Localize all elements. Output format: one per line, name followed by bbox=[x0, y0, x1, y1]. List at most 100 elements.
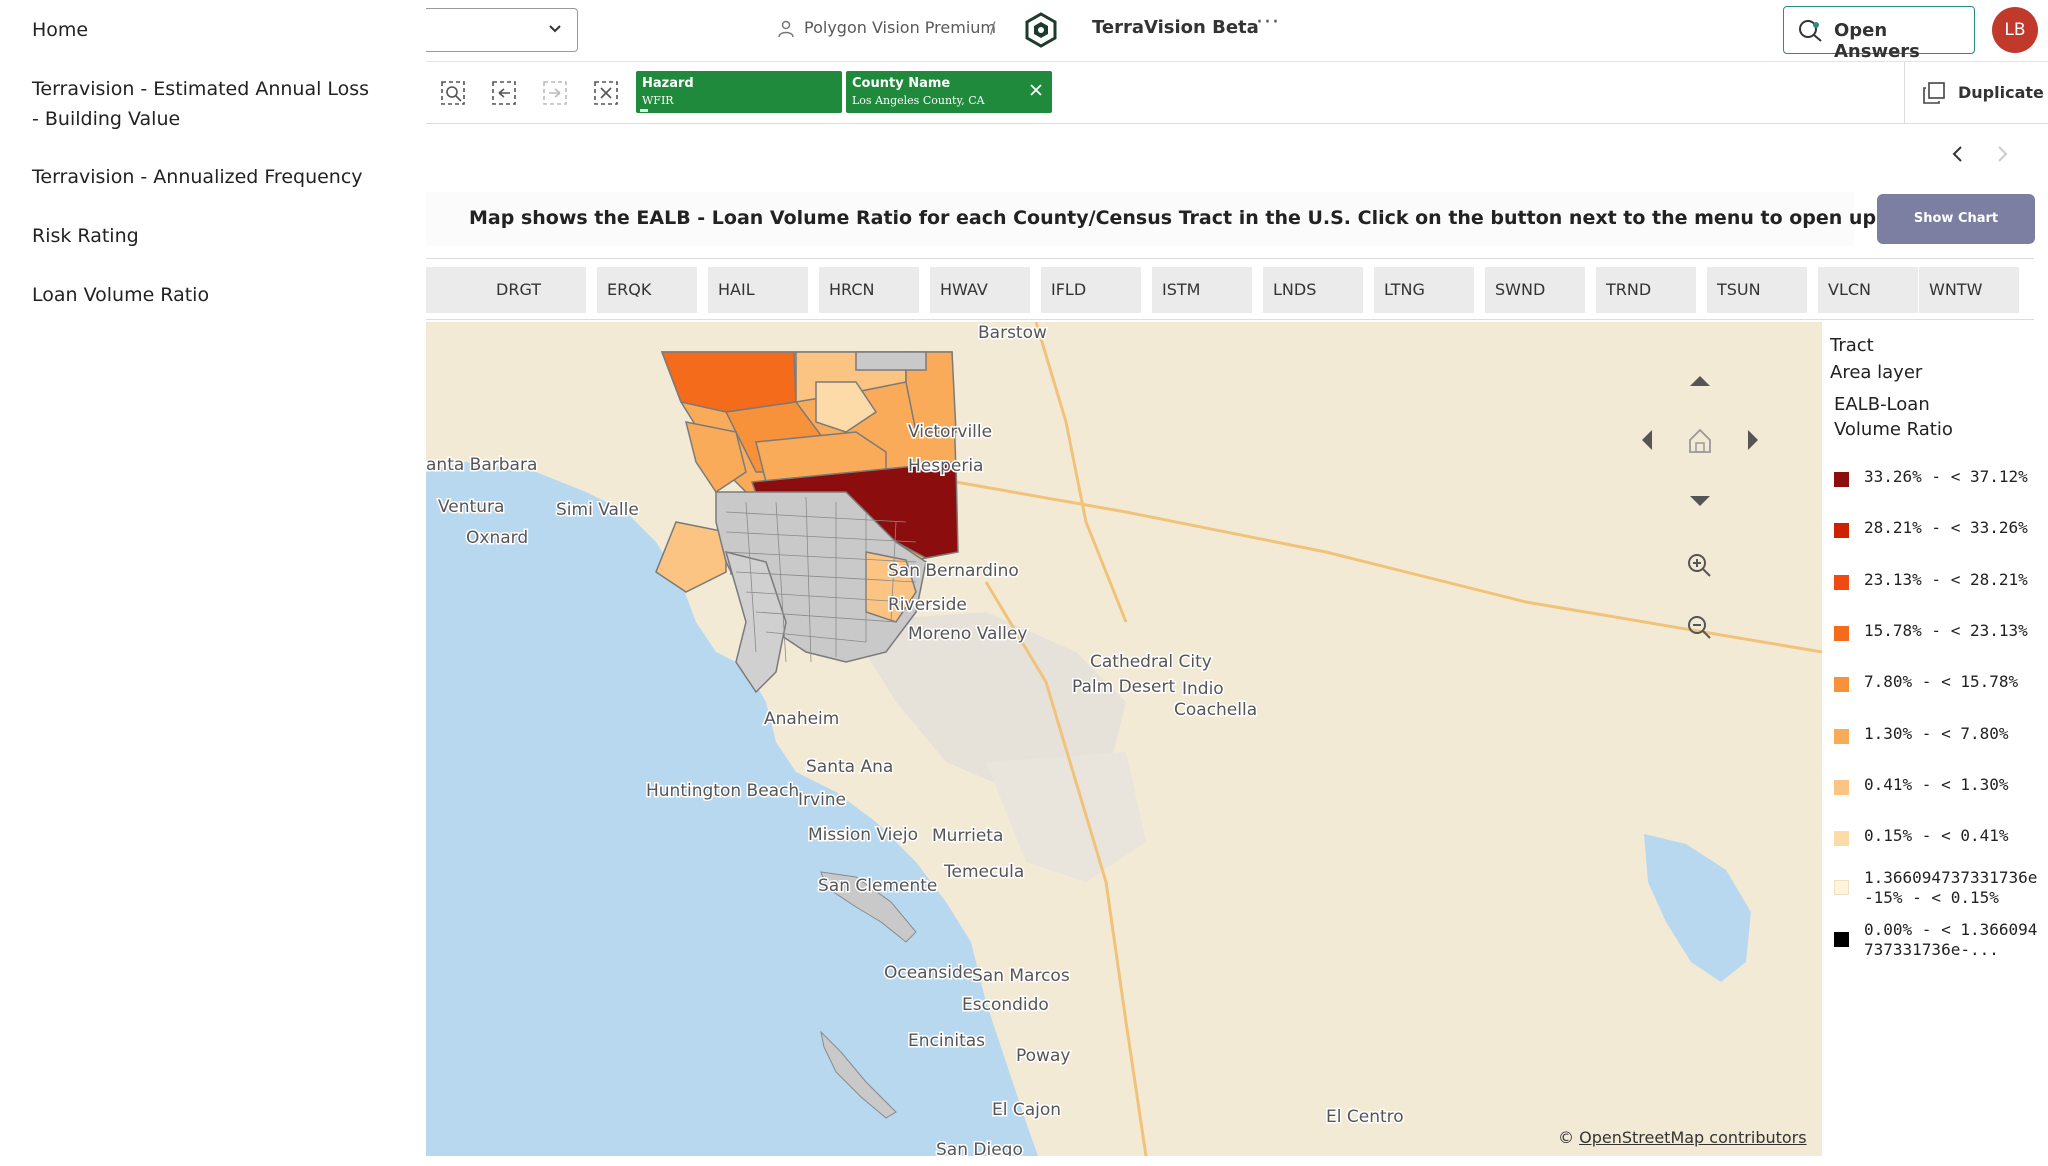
legend-measure-line: Volume Ratio bbox=[1834, 419, 1953, 440]
place-label: Poway bbox=[1016, 1046, 1070, 1066]
menu-item-annualized-frequency[interactable]: Terravision - Annualized Frequency bbox=[32, 162, 363, 192]
place-label: El Centro bbox=[1326, 1107, 1404, 1127]
duplicate-icon bbox=[1923, 82, 1945, 104]
clear-all-selections-icon[interactable] bbox=[593, 80, 619, 106]
zoom-out-icon[interactable] bbox=[1682, 610, 1718, 646]
hazard-button-tsun[interactable]: TSUN bbox=[1707, 267, 1807, 313]
chip-title: County Name bbox=[852, 76, 951, 91]
legend-swatch bbox=[1834, 523, 1849, 538]
legend-item-label: 23.13% - < 28.21% bbox=[1864, 570, 2028, 589]
place-label: Murrieta bbox=[932, 826, 1003, 846]
chip-value: Los Angeles County, CA bbox=[852, 94, 985, 107]
duplicate-button[interactable]: Duplicate bbox=[1922, 79, 2048, 109]
legend-measure-line: EALB-Loan bbox=[1834, 394, 1930, 415]
legend-swatch bbox=[1834, 626, 1849, 641]
map-legend: Tract Area layer EALB-Loan Volume Ratio … bbox=[1822, 322, 2048, 1156]
selection-toolbar: Hazard WFIR County Name Los Angeles Coun… bbox=[426, 62, 2048, 124]
hazard-button-hrcn[interactable]: HRCN bbox=[819, 267, 919, 313]
map-attribution: © OpenStreetMap contributors bbox=[1558, 1128, 1807, 1147]
place-label: San Marcos bbox=[972, 966, 1070, 986]
legend-item-label: 0.00% - < 1.366094737331736e-... bbox=[1864, 920, 2038, 959]
show-chart-button[interactable]: Show Chart bbox=[1877, 194, 2035, 244]
user-avatar[interactable]: LB bbox=[1992, 7, 2038, 53]
pan-up-icon[interactable] bbox=[1682, 364, 1718, 400]
chevron-right-icon[interactable] bbox=[1990, 142, 2014, 166]
place-label: San Bernardino bbox=[888, 561, 1019, 581]
legend-swatch bbox=[1834, 780, 1849, 795]
menu-item-loan-volume-ratio[interactable]: Loan Volume Ratio bbox=[32, 280, 209, 310]
side-menu: Home Terravision - Estimated Annual Loss… bbox=[0, 0, 426, 1166]
chip-title: Hazard bbox=[642, 76, 694, 91]
hazard-button-vlcn[interactable]: VLCN bbox=[1818, 267, 1918, 313]
menu-item-home[interactable]: Home bbox=[32, 15, 88, 45]
legend-item-label: 0.41% - < 1.30% bbox=[1864, 775, 2009, 794]
pan-left-icon[interactable] bbox=[1630, 422, 1666, 458]
place-label: Indio bbox=[1182, 679, 1224, 699]
selection-chip-county-name[interactable]: County Name Los Angeles County, CA bbox=[846, 71, 1052, 113]
legend-swatch bbox=[1834, 880, 1849, 895]
app-title: TerraVision Beta bbox=[1092, 17, 1259, 38]
place-label: Coachella bbox=[1174, 700, 1257, 720]
osm-contributors-link[interactable]: OpenStreetMap contributors bbox=[1579, 1128, 1807, 1147]
legend-item[interactable]: 33.26% - < 37.12% bbox=[1834, 467, 2044, 489]
hazard-button-istm[interactable]: ISTM bbox=[1152, 267, 1252, 313]
legend-item-label: 7.80% - < 15.78% bbox=[1864, 672, 2019, 691]
selections-tool-icon[interactable] bbox=[440, 80, 466, 106]
hazard-button-trnd[interactable]: TRND bbox=[1596, 267, 1696, 313]
sheet-select-dropdown[interactable] bbox=[426, 8, 578, 52]
menu-item-risk-rating[interactable]: Risk Rating bbox=[32, 221, 139, 251]
legend-item[interactable]: 28.21% - < 33.26% bbox=[1834, 518, 2044, 540]
legend-item[interactable]: 1.366094737331736e-15% - < 0.15% bbox=[1834, 868, 2044, 910]
map-canvas[interactable]: Barstow Victorville Hesperia anta Barbar… bbox=[426, 322, 1822, 1156]
ellipsis-icon[interactable]: ··· bbox=[1256, 10, 1280, 35]
open-answers-label: Open Answers bbox=[1834, 20, 1920, 62]
hazard-button-partial[interactable] bbox=[426, 267, 486, 313]
home-icon[interactable] bbox=[1682, 422, 1718, 458]
place-label: Riverside bbox=[888, 595, 967, 615]
place-label: anta Barbara bbox=[426, 455, 537, 475]
open-answers-button[interactable]: Open Answers bbox=[1783, 6, 1975, 62]
map-view[interactable]: Barstow Victorville Hesperia anta Barbar… bbox=[426, 322, 1822, 1156]
legend-item[interactable]: 23.13% - < 28.21% bbox=[1834, 570, 2044, 592]
legend-layer-kind: Area layer bbox=[1830, 362, 1923, 383]
hazard-button-erqk[interactable]: ERQK bbox=[597, 267, 697, 313]
legend-item-label: 15.78% - < 23.13% bbox=[1864, 621, 2028, 640]
hazard-button-swnd[interactable]: SWND bbox=[1485, 267, 1585, 313]
legend-title: Tract Area layer bbox=[1830, 332, 1922, 386]
hazard-button-ifld[interactable]: IFLD bbox=[1041, 267, 1141, 313]
hazard-button-bar: DRGT ERQK HAIL HRCN HWAV IFLD ISTM LNDS … bbox=[426, 258, 2034, 320]
legend-swatch bbox=[1834, 729, 1849, 744]
hazard-button-wntw[interactable]: WNTW bbox=[1919, 267, 2019, 313]
hazard-button-hail[interactable]: HAIL bbox=[708, 267, 808, 313]
legend-item[interactable]: 15.78% - < 23.13% bbox=[1834, 621, 2044, 643]
legend-item[interactable]: 0.41% - < 1.30% bbox=[1834, 775, 2044, 797]
place-label: Irvine bbox=[798, 790, 846, 810]
legend-swatch bbox=[1834, 831, 1849, 846]
hazard-button-hwav[interactable]: HWAV bbox=[930, 267, 1030, 313]
breadcrumb-space[interactable]: Polygon Vision Premium bbox=[804, 18, 996, 37]
place-label: Victorville bbox=[908, 422, 992, 442]
chevron-down-icon bbox=[549, 25, 561, 33]
legend-swatch bbox=[1834, 575, 1849, 590]
place-label: Escondido bbox=[962, 995, 1049, 1015]
breadcrumb-separator: / bbox=[990, 18, 996, 37]
legend-item[interactable]: 1.30% - < 7.80% bbox=[1834, 724, 2044, 746]
zoom-in-icon[interactable] bbox=[1682, 548, 1718, 584]
selection-chip-hazard[interactable]: Hazard WFIR bbox=[636, 71, 842, 113]
menu-item-estimated-annual-loss[interactable]: Terravision - Estimated Annual Loss - Bu… bbox=[32, 74, 372, 134]
pan-down-icon[interactable] bbox=[1682, 482, 1718, 518]
close-icon[interactable] bbox=[1028, 82, 1044, 98]
legend-item[interactable]: 7.80% - < 15.78% bbox=[1834, 672, 2044, 694]
pan-right-icon[interactable] bbox=[1734, 422, 1770, 458]
hazard-button-drgt[interactable]: DRGT bbox=[486, 267, 586, 313]
step-back-icon[interactable] bbox=[491, 80, 517, 106]
place-label: Simi Valle bbox=[556, 500, 639, 520]
hazard-button-ltng[interactable]: LTNG bbox=[1374, 267, 1474, 313]
chevron-left-icon[interactable] bbox=[1946, 142, 1970, 166]
place-label: Cathedral City bbox=[1090, 652, 1212, 672]
legend-item[interactable]: 0.00% - < 1.366094737331736e-... bbox=[1834, 920, 2044, 962]
hazard-button-lnds[interactable]: LNDS bbox=[1263, 267, 1363, 313]
step-forward-icon[interactable] bbox=[542, 80, 568, 106]
legend-item[interactable]: 0.15% - < 0.41% bbox=[1834, 826, 2044, 848]
place-label: Barstow bbox=[978, 323, 1047, 343]
